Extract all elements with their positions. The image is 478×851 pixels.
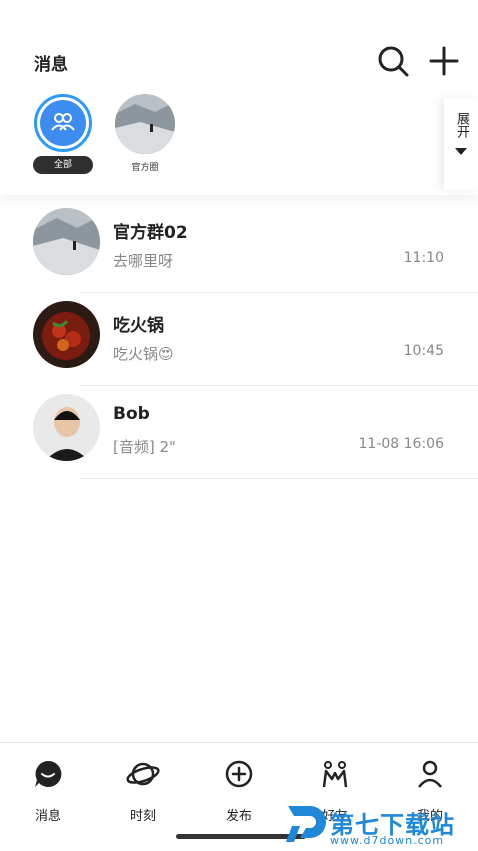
tab-messages[interactable]: 消息 — [13, 757, 83, 824]
tab-messages-label: 消息 — [34, 809, 61, 824]
chat-avatar — [33, 394, 100, 461]
chat-time: 11-08 16:06 — [358, 436, 444, 452]
message-icon — [35, 760, 62, 787]
watermark-url: www.d7down.com — [330, 834, 445, 847]
tab-publish-label: 发布 — [225, 809, 252, 824]
chat-time: 10:45 — [403, 343, 444, 359]
header: 消息 全部 官方圈 展开 — [0, 0, 478, 195]
tab-moments[interactable]: 时刻 — [108, 757, 178, 824]
divider — [80, 478, 478, 479]
chat-avatar — [33, 208, 100, 275]
chat-preview: 吃火锅😍 — [113, 345, 174, 363]
chat-name: 吃火锅 — [113, 316, 164, 336]
chat-list: 官方群02 去哪里呀 11:10 吃火锅 吃火锅😍 10:45 Bob [音频]… — [0, 200, 478, 479]
planet-icon — [126, 762, 160, 786]
circle-all-label: 全部 — [33, 156, 93, 174]
add-circle-icon — [225, 760, 253, 788]
friends-icon — [322, 761, 348, 788]
add-icon[interactable] — [427, 44, 461, 78]
all-circles-avatar — [34, 94, 92, 152]
expand-button[interactable]: 展开 — [444, 98, 478, 190]
user-icon — [418, 760, 442, 788]
chat-row[interactable]: 吃火锅 吃火锅😍 10:45 — [0, 293, 478, 386]
chat-preview: [音频] 2" — [113, 438, 176, 456]
chat-avatar — [33, 301, 100, 368]
chat-preview: 去哪里呀 — [113, 252, 174, 270]
page-title: 消息 — [34, 55, 68, 75]
watermark: 第七下载站 www.d7down.com — [284, 800, 478, 850]
circle-official-label: 官方圈 — [131, 163, 159, 173]
chat-row[interactable]: 官方群02 去哪里呀 11:10 — [0, 200, 478, 293]
circle-all[interactable]: 全部 — [31, 94, 95, 174]
tab-publish[interactable]: 发布 — [204, 757, 274, 824]
chat-time: 11:10 — [403, 250, 444, 266]
expand-label: 展开 — [454, 112, 469, 138]
group-icon — [51, 113, 75, 131]
chat-name: Bob — [113, 404, 150, 424]
official-circle-avatar — [115, 94, 175, 154]
circle-official[interactable]: 官方圈 — [113, 94, 177, 173]
caret-down-icon — [455, 148, 467, 155]
chat-row[interactable]: Bob [音频] 2" 11-08 16:06 — [0, 386, 478, 479]
chat-name: 官方群02 — [113, 223, 188, 243]
watermark-logo-icon — [286, 806, 326, 842]
search-icon[interactable] — [376, 44, 410, 78]
tab-moments-label: 时刻 — [129, 809, 156, 824]
